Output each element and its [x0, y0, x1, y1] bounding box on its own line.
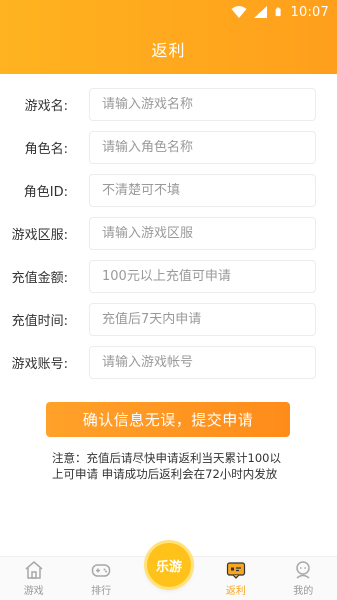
battery-icon	[275, 7, 281, 17]
role-name-input[interactable]	[102, 140, 303, 155]
tab-profile-label: 我的	[293, 586, 314, 597]
notice-text: 注意：充值后请尽快申请返利当天累计100以上可申请 申请成功后返利会在72小时内…	[52, 451, 281, 481]
role-id-label: 角色ID:	[23, 185, 68, 200]
tab-rebate[interactable]: 返利	[206, 560, 266, 597]
field-row-role-id: 角色ID:	[0, 174, 337, 207]
profile-icon	[296, 561, 310, 579]
role-id-field[interactable]	[89, 174, 316, 207]
server-field[interactable]	[89, 217, 316, 250]
home-icon	[25, 561, 43, 579]
tab-games-label: 游戏	[23, 586, 44, 597]
server-label: 游戏区服:	[11, 228, 68, 243]
submit-button[interactable]: 确认信息无误，提交申请	[46, 402, 290, 437]
status-bar: 10:07	[0, 0, 337, 24]
account-field[interactable]	[89, 346, 316, 379]
rebate-screen: 10:07 返利 游戏名: 角色名: 角色ID: 游戏区服:	[0, 0, 337, 600]
role-name-field[interactable]	[89, 131, 316, 164]
account-label: 游戏账号:	[11, 357, 68, 372]
game-name-label: 游戏名:	[24, 99, 68, 114]
server-input[interactable]	[102, 226, 303, 241]
header: 10:07 返利	[0, 0, 337, 74]
field-row-game-name: 游戏名:	[0, 88, 337, 121]
status-time: 10:07	[290, 4, 329, 20]
field-row-account: 游戏账号:	[0, 346, 337, 379]
amount-label: 充值金额:	[11, 271, 68, 286]
field-row-role-name: 角色名:	[0, 131, 337, 164]
tab-profile[interactable]: 我的	[273, 560, 333, 597]
tab-ranking[interactable]: 排行	[71, 560, 131, 597]
role-id-input[interactable]	[102, 183, 303, 198]
recharge-time-field[interactable]	[89, 303, 316, 336]
tab-games[interactable]: 游戏	[4, 560, 64, 597]
tab-rebate-label: 返利	[225, 586, 246, 597]
amount-input[interactable]	[102, 269, 303, 284]
game-name-field[interactable]	[89, 88, 316, 121]
field-row-server: 游戏区服:	[0, 217, 337, 250]
field-row-time: 充值时间:	[0, 303, 337, 336]
game-name-input[interactable]	[102, 97, 303, 112]
account-input[interactable]	[102, 355, 303, 370]
page-title: 返利	[151, 41, 186, 60]
field-row-amount: 充值金额:	[0, 260, 337, 293]
rebate-icon	[226, 562, 245, 579]
title-bar: 返利	[0, 24, 337, 74]
wifi-icon	[231, 6, 247, 18]
amount-field[interactable]	[89, 260, 316, 293]
signal-icon	[253, 6, 267, 18]
recharge-time-label: 充值时间:	[11, 314, 68, 329]
role-name-label: 角色名:	[24, 142, 68, 157]
gamepad-icon	[91, 564, 111, 577]
center-logo-button[interactable]: 乐游	[147, 543, 191, 587]
tab-ranking-label: 排行	[91, 586, 112, 597]
recharge-time-input[interactable]	[102, 312, 303, 327]
rebate-form: 游戏名: 角色名: 角色ID: 游戏区服: 充值金额:	[0, 88, 337, 379]
center-logo-label: 乐游	[155, 559, 182, 575]
